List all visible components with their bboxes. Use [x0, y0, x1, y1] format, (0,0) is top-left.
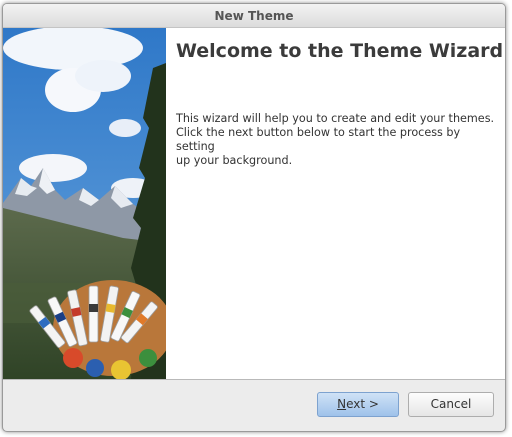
dialog-window: New Theme Welcome to the Theme Wizard Th… — [2, 3, 506, 432]
next-button[interactable]: Next > — [317, 392, 399, 417]
cancel-button[interactable]: Cancel — [408, 392, 494, 417]
window-title: New Theme — [214, 9, 294, 23]
next-mnemonic: N — [337, 397, 347, 411]
description-line: Click the next button below to start the… — [176, 126, 461, 153]
description-line: This wizard will help you to create and … — [176, 112, 495, 125]
wizard-description: This wizard will help you to create and … — [176, 112, 498, 168]
next-button-label: ext > — [346, 397, 379, 411]
page-title: Welcome to the Theme Wizard — [176, 40, 504, 62]
mountain-paint-tubes-illustration — [3, 28, 166, 379]
wizard-page: Welcome to the Theme Wizard This wizard … — [3, 28, 505, 380]
description-line: up your background. — [176, 154, 293, 167]
wizard-side-image — [3, 28, 166, 379]
title-bar[interactable]: New Theme — [3, 4, 505, 28]
